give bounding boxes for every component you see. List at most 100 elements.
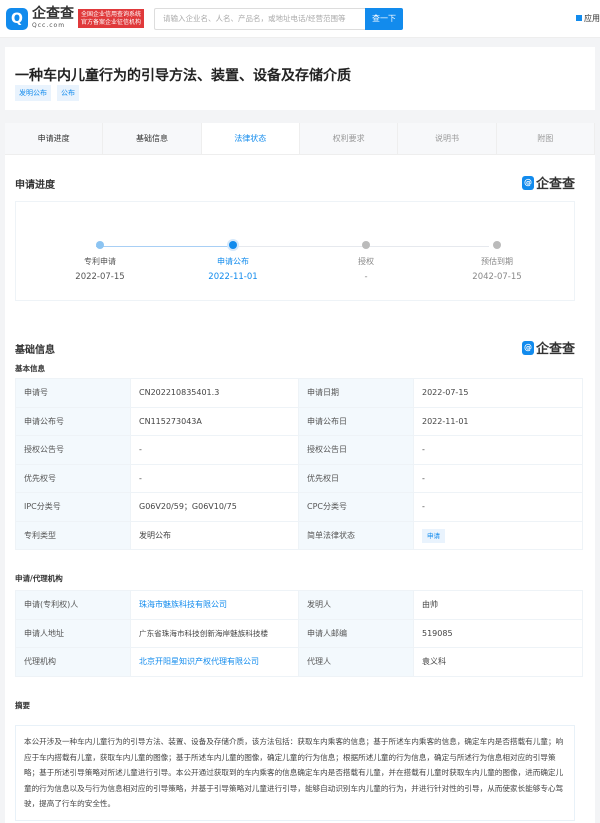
basic-subtitle: 基本信息 <box>15 364 45 373</box>
logo-text: 企查查 <box>535 177 575 192</box>
field-value: 2022-11-01 <box>413 406 583 436</box>
tab-description[interactable]: 说明书 <box>398 123 497 154</box>
step-date: - <box>364 272 368 282</box>
org-table: 申请(专利权)人 珠海市魅族科技有限公司 发明人 由帅 申请人地址 广东省珠海市科技创新… <box>15 590 583 677</box>
main-card: 申请进度 基础信息 法律状态 权利要求 说明书 附图 申请进度 @ 企查查 专利申… <box>5 123 595 823</box>
step-grant: 授权 - <box>316 241 416 282</box>
field-label: 申请公布号 <box>15 406 131 436</box>
table-row: 优先权号 - 优先权日 - <box>15 463 583 493</box>
basic-info-title: 基础信息 <box>15 345 55 356</box>
field-label: 代理机构 <box>15 647 131 677</box>
progress-title: 申请进度 <box>15 180 55 191</box>
qcc-logo-icon: @ <box>521 175 534 190</box>
app-label: 应用 <box>584 14 600 23</box>
step-label: 预估到期 <box>481 257 513 266</box>
table-row: 申请号 CN202210835401.3 申请日期 2022-07-15 <box>15 378 583 408</box>
field-label: 申请号 <box>15 378 131 408</box>
table-row: 专利类型 发明公布 简单法律状态 申请 <box>15 520 583 550</box>
tab-basic-info[interactable]: 基础信息 <box>103 123 202 154</box>
field-label: 申请公布日 <box>298 406 414 436</box>
field-label: 申请日期 <box>298 378 414 408</box>
tab-progress[interactable]: 申请进度 <box>5 123 104 154</box>
field-value: 由帅 <box>413 590 583 620</box>
step-label: 授权 <box>358 257 374 266</box>
field-value: - <box>413 435 583 465</box>
field-label: 申请(专利权)人 <box>15 590 131 620</box>
progress-timeline: 专利申请 2022-07-15 申请公布 2022-11-01 授权 - 预估到期 20… <box>15 201 575 301</box>
field-label: 代理人 <box>298 647 414 677</box>
agency-link[interactable]: 北京开阳星知识产权代理有限公司 <box>130 647 299 677</box>
applicant-link[interactable]: 珠海市魅族科技有限公司 <box>130 590 299 620</box>
step-label: 申请公布 <box>217 257 249 266</box>
step-label: 专利申请 <box>84 257 116 266</box>
field-value: - <box>413 492 583 522</box>
official-badge: 全国企业信用查询系统 官方备案企业征信机构 <box>78 8 145 29</box>
field-label: IPC分类号 <box>15 492 131 522</box>
step-publication: 申请公布 2022-11-01 <box>183 241 283 282</box>
logo-text: 企查查 <box>535 342 575 357</box>
basic-info-table: 申请号 CN202210835401.3 申请日期 2022-07-15 申请公布号 C… <box>15 378 583 550</box>
table-row: 申请(专利权)人 珠海市魅族科技有限公司 发明人 由帅 <box>15 590 583 620</box>
table-row: 申请公布号 CN115273043A 申请公布日 2022-11-01 <box>15 406 583 436</box>
field-value: 广东省珠海市科技创新海岸魅族科技楼 <box>130 618 299 648</box>
step-dot <box>229 241 237 249</box>
field-label: 发明人 <box>298 590 414 620</box>
table-row: 申请人地址 广东省珠海市科技创新海岸魅族科技楼 申请人邮编 519085 <box>15 618 583 648</box>
qcc-logo-icon[interactable]: Q <box>6 7 28 30</box>
step-date: 2022-07-15 <box>75 272 125 282</box>
step-date: 2042-07-15 <box>472 272 522 282</box>
qcc-watermark-logo: @ 企查查 <box>521 173 575 192</box>
top-header: Q 企查查 Qcc.com 全国企业信用查询系统 官方备案企业征信机构 请输入企业名… <box>0 0 600 38</box>
brand-name: 企查查 <box>32 6 74 22</box>
abstract-title: 摘要 <box>15 701 30 710</box>
field-value: CN115273043A <box>130 406 299 436</box>
patent-header-card: 一种车内儿童行为的引导方法、装置、设备及存储介质 发明公布 公布 <box>5 47 595 110</box>
abstract-text: 本公开涉及一种车内儿童行为的引导方法、装置、设备及存储介质，该方法包括：获取车内… <box>15 725 575 821</box>
table-row: 授权公告号 - 授权公告日 - <box>15 435 583 465</box>
field-value: - <box>130 463 299 493</box>
field-label: 授权公告号 <box>15 435 131 465</box>
qcc-logo-icon: @ <box>521 340 534 355</box>
field-label: CPC分类号 <box>298 492 414 522</box>
step-dot <box>493 241 501 249</box>
qcc-watermark-logo: @ 企查查 <box>521 338 575 357</box>
field-label: 专利类型 <box>15 520 131 550</box>
field-value: 2022-07-15 <box>413 378 583 408</box>
field-value: 发明公布 <box>130 520 299 550</box>
step-date: 2022-11-01 <box>208 272 258 282</box>
table-row: IPC分类号 G06V20/59；G06V10/75 CPC分类号 - <box>15 492 583 522</box>
field-value: G06V20/59；G06V10/75 <box>130 492 299 522</box>
step-application: 专利申请 2022-07-15 <box>50 241 150 282</box>
field-label: 授权公告日 <box>298 435 414 465</box>
step-dot <box>96 241 104 249</box>
field-value: 519085 <box>413 618 583 648</box>
tag-type: 发明公布 <box>15 85 51 101</box>
tab-drawings[interactable]: 附图 <box>496 123 595 154</box>
field-label: 优先权号 <box>15 463 131 493</box>
badge-line1: 全国企业信用查询系统 <box>81 10 142 18</box>
page-title: 一种车内儿童行为的引导方法、装置、设备及存储介质 <box>15 68 351 84</box>
field-label: 优先权日 <box>298 463 414 493</box>
step-expiry: 预估到期 2042-07-15 <box>447 241 547 282</box>
tab-claims[interactable]: 权利要求 <box>299 123 399 154</box>
tab-legal-status[interactable]: 法律状态 <box>201 123 300 154</box>
field-value: 申请 <box>413 520 583 550</box>
field-value: - <box>130 435 299 465</box>
field-value: - <box>413 463 583 493</box>
search-input[interactable]: 请输入企业名、人名、产品名，或地址电话/经营范围等 <box>154 7 366 30</box>
field-label: 简单法律状态 <box>298 520 414 550</box>
brand-domain: Qcc.com <box>32 22 66 29</box>
field-label: 申请人地址 <box>15 618 131 648</box>
badge-line2: 官方备案企业征信机构 <box>81 18 142 26</box>
tab-bar: 申请进度 基础信息 法律状态 权利要求 说明书 附图 <box>5 123 595 155</box>
field-label: 申请人邮编 <box>298 618 414 648</box>
grid-icon <box>576 15 582 21</box>
table-row: 代理机构 北京开阳星知识产权代理有限公司 代理人 袁义科 <box>15 647 583 677</box>
brand[interactable]: 企查查 Qcc.com <box>32 7 74 30</box>
org-title: 申请/代理机构 <box>15 574 63 583</box>
legal-status-badge: 申请 <box>422 529 445 544</box>
step-dot <box>362 241 370 249</box>
search-button[interactable]: 查一下 <box>365 7 404 30</box>
app-menu[interactable]: 应用 <box>576 13 600 24</box>
field-value: CN202210835401.3 <box>130 378 299 408</box>
